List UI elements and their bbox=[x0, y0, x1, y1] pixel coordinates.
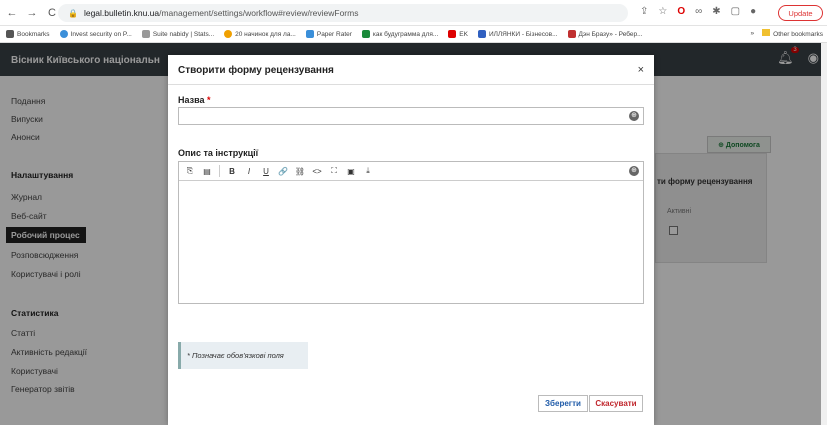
bookmark-item[interactable]: Suite nabidy | Stats... bbox=[141, 30, 214, 38]
browser-extension-icons: ⇪ ☆ O ∞ ✱ ▢ ● bbox=[640, 6, 756, 17]
toolbar-divider bbox=[219, 165, 220, 177]
browser-toolbar: ← → C 🔒 legal.bulletin.knu.ua /managemen… bbox=[0, 0, 827, 26]
bookmark-favicon-icon bbox=[305, 30, 314, 38]
required-asterisk: * bbox=[207, 95, 211, 105]
bookmark-item[interactable]: как будуграмма для... bbox=[361, 30, 438, 38]
star-icon[interactable]: ☆ bbox=[658, 6, 667, 17]
sidepanel-icon[interactable]: ▢ bbox=[731, 6, 740, 17]
image-icon[interactable]: ▣ bbox=[344, 164, 358, 178]
link-icon[interactable]: 🔗 bbox=[276, 164, 290, 178]
modal-header: Створити форму рецензування × bbox=[168, 55, 654, 85]
bookmark-item[interactable]: Paper Rater bbox=[305, 30, 352, 38]
lock-icon: 🔒 bbox=[68, 8, 78, 18]
bookmark-item[interactable]: Bookmarks bbox=[6, 30, 50, 38]
create-review-form-modal: Створити форму рецензування × Назва * ⊕ … bbox=[168, 55, 654, 425]
bookmark-favicon-icon bbox=[448, 30, 457, 38]
bookmark-item[interactable]: EK bbox=[448, 30, 468, 38]
name-input[interactable]: ⊕ bbox=[178, 107, 644, 125]
bookmarks-overflow: » Other bookmarks bbox=[744, 29, 823, 38]
star-icon bbox=[6, 30, 14, 38]
unlink-icon[interactable]: ⛓ bbox=[293, 164, 307, 178]
forward-icon[interactable]: → bbox=[24, 7, 40, 19]
bookmark-item[interactable]: 20 начинок для ла... bbox=[224, 30, 296, 38]
bookmark-favicon-icon bbox=[224, 30, 233, 38]
bookmark-item[interactable]: Дэн Бразу» - Ребер... bbox=[567, 30, 643, 38]
copy-icon[interactable]: ⎘ bbox=[183, 164, 197, 178]
extension-icon[interactable]: ∞ bbox=[695, 6, 702, 17]
puzzle-icon[interactable]: ✱ bbox=[712, 6, 720, 17]
more-bookmarks-button[interactable]: » bbox=[751, 30, 755, 37]
url-path: /management/settings/workflow#review/rev… bbox=[159, 8, 359, 18]
bookmark-item[interactable]: ИЛЛЯНКИ - Бізнесов... bbox=[477, 30, 558, 38]
folder-icon bbox=[762, 29, 771, 36]
bookmark-favicon-icon bbox=[59, 30, 68, 38]
modal-title: Створити форму рецензування bbox=[178, 65, 334, 76]
bookmarks-bar: Bookmarks Invest security on P... Suite … bbox=[0, 26, 827, 43]
paste-icon[interactable]: ▤ bbox=[200, 164, 214, 178]
bookmark-favicon-icon bbox=[361, 30, 370, 38]
description-editor[interactable]: ⎘ ▤ B I U 🔗 ⛓ <> ⛶ ▣ ⤓ ⊕ bbox=[178, 161, 644, 304]
globe-icon[interactable]: ⊕ bbox=[629, 111, 639, 121]
required-fields-note: * Позначає обов'язкові поля bbox=[178, 342, 308, 369]
opera-icon[interactable]: O bbox=[677, 6, 685, 17]
update-button[interactable]: Update bbox=[778, 5, 823, 21]
back-icon[interactable]: ← bbox=[4, 7, 20, 19]
address-bar[interactable]: 🔒 legal.bulletin.knu.ua /management/sett… bbox=[58, 4, 628, 22]
bookmark-favicon-icon bbox=[477, 30, 486, 38]
save-button[interactable]: Зберегти bbox=[538, 395, 588, 412]
profile-icon[interactable]: ● bbox=[750, 6, 756, 17]
bookmark-item[interactable]: Invest security on P... bbox=[59, 30, 132, 38]
close-icon[interactable]: × bbox=[638, 64, 644, 76]
bookmark-favicon-icon bbox=[141, 30, 150, 38]
italic-button[interactable]: I bbox=[242, 164, 256, 178]
globe-icon[interactable]: ⊕ bbox=[629, 166, 639, 176]
bold-button[interactable]: B bbox=[225, 164, 239, 178]
name-label: Назва * bbox=[178, 95, 211, 105]
cancel-button[interactable]: Скасувати bbox=[589, 395, 643, 412]
share-icon[interactable]: ⇪ bbox=[640, 6, 648, 17]
editor-toolbar: ⎘ ▤ B I U 🔗 ⛓ <> ⛶ ▣ ⤓ bbox=[179, 162, 643, 181]
fullscreen-icon[interactable]: ⛶ bbox=[327, 164, 341, 178]
upload-icon[interactable]: ⤓ bbox=[361, 164, 375, 178]
other-bookmarks-folder[interactable]: Other bookmarks bbox=[762, 29, 823, 38]
description-label: Опис та інструкції bbox=[178, 148, 259, 158]
page-scrollbar[interactable] bbox=[821, 43, 827, 425]
code-icon[interactable]: <> bbox=[310, 164, 324, 178]
bookmark-favicon-icon bbox=[567, 30, 576, 38]
underline-button[interactable]: U bbox=[259, 164, 273, 178]
url-host: legal.bulletin.knu.ua bbox=[83, 8, 160, 18]
